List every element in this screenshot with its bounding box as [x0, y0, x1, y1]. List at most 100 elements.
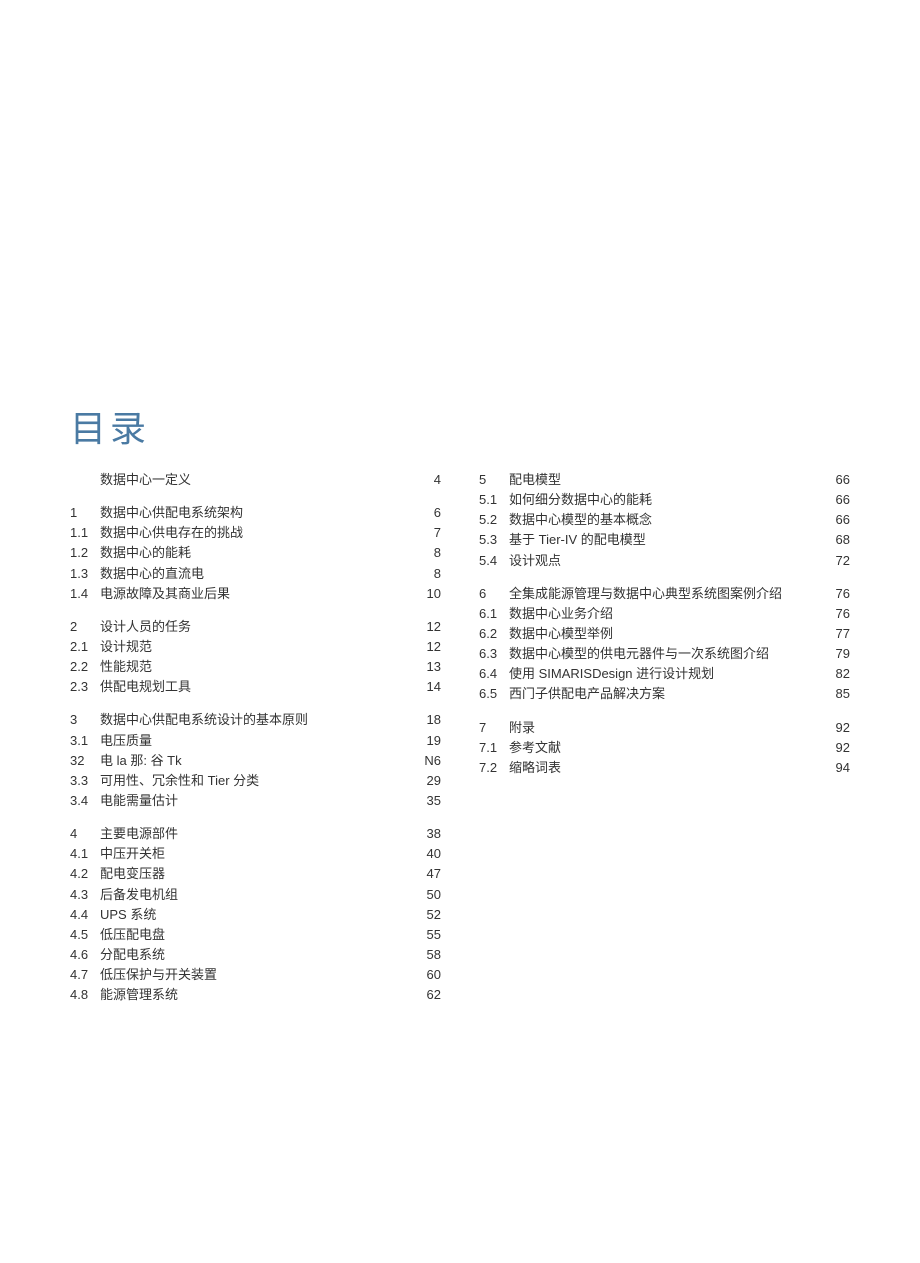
toc-entry-text: 设计人员的任务: [100, 617, 411, 637]
toc-entry-page: 18: [411, 710, 441, 730]
toc-entry-text: UPS 系统: [100, 905, 411, 925]
toc-entry-number: 7: [479, 718, 509, 738]
toc-entry: 4.3后备发电机组50: [70, 885, 441, 905]
toc-entry-text: 使用 SIMARISDesign 进行设计规划: [509, 664, 820, 684]
toc-entry-page: 12: [411, 617, 441, 637]
toc-entry-number: 1.1: [70, 523, 100, 543]
toc-entry-number: 4.5: [70, 925, 100, 945]
toc-entry-number: 5.3: [479, 530, 509, 550]
toc-spacer: [70, 697, 441, 710]
toc-entry-text: 数据中心模型的基本概念: [509, 510, 820, 530]
toc-entry-text: 电能需量估计: [100, 791, 411, 811]
toc-entry: 数据中心一定义4: [70, 470, 441, 490]
toc-entry-text: 数据中心业务介绍: [509, 604, 820, 624]
toc-entry: 2.2性能规范13: [70, 657, 441, 677]
toc-entry-page: 76: [820, 604, 850, 624]
toc-entry-page: 72: [820, 551, 850, 571]
toc-spacer: [70, 490, 441, 503]
toc-entry-page: 92: [820, 738, 850, 758]
toc-entry-number: 6.2: [479, 624, 509, 644]
toc-entry-text: 数据中心的能耗: [100, 543, 411, 563]
toc-entry-number: 6: [479, 584, 509, 604]
toc-entry-text: 设计观点: [509, 551, 820, 571]
toc-entry-page: 35: [411, 791, 441, 811]
toc-entry: 7.1参考文献92: [479, 738, 850, 758]
toc-entry: 4.6分配电系统58: [70, 945, 441, 965]
toc-entry-number: 5.1: [479, 490, 509, 510]
toc-entry-text: 数据中心一定义: [100, 470, 411, 490]
toc-entry-text: 参考文献: [509, 738, 820, 758]
toc-entry: 6.3数据中心模型的供电元器件与一次系统图介绍79: [479, 644, 850, 664]
toc-entry-number: 1.3: [70, 564, 100, 584]
toc-entry: 1.2数据中心的能耗8: [70, 543, 441, 563]
toc-entry-number: 4.4: [70, 905, 100, 925]
toc-entry-page: 12: [411, 637, 441, 657]
toc-entry-text: 性能规范: [100, 657, 411, 677]
toc-entry-page: 13: [411, 657, 441, 677]
toc-entry-page: 58: [411, 945, 441, 965]
toc-entry-page: 79: [820, 644, 850, 664]
toc-title: 目录: [70, 400, 850, 452]
toc-entry-number: 4: [70, 824, 100, 844]
toc-entry-text: 全集成能源管理与数据中心典型系统图案例介绍: [509, 584, 820, 604]
toc-entry-page: 60: [411, 965, 441, 985]
toc-entry-page: 66: [820, 510, 850, 530]
toc-entry-text: 数据中心供配电系统架构: [100, 503, 411, 523]
toc-entry-text: 配电变压器: [100, 864, 411, 884]
toc-entry-number: 1: [70, 503, 100, 523]
toc-entry-number: 2: [70, 617, 100, 637]
toc-entry: 2.3供配电规划工具14: [70, 677, 441, 697]
toc-entry-text: 电压质量: [100, 731, 411, 751]
toc-entry-page: 62: [411, 985, 441, 1005]
toc-columns: 数据中心一定义41数据中心供配电系统架构61.1数据中心供电存在的挑战71.2数…: [70, 470, 850, 1005]
toc-entry-page: 29: [411, 771, 441, 791]
toc-entry-number: 3.3: [70, 771, 100, 791]
toc-entry-page: 94: [820, 758, 850, 778]
toc-entry: 4.4UPS 系统52: [70, 905, 441, 925]
toc-entry-number: 4.6: [70, 945, 100, 965]
toc-entry-number: 2.3: [70, 677, 100, 697]
toc-entry: 6.4使用 SIMARISDesign 进行设计规划82: [479, 664, 850, 684]
toc-spacer: [479, 571, 850, 584]
toc-entry-page: 4: [411, 470, 441, 490]
toc-entry: 5.1如何细分数据中心的能耗66: [479, 490, 850, 510]
toc-entry-text: 低压配电盘: [100, 925, 411, 945]
toc-entry-text: 能源管理系统: [100, 985, 411, 1005]
toc-entry-number: 32: [70, 751, 100, 771]
toc-entry: 6.1数据中心业务介绍76: [479, 604, 850, 624]
toc-entry: 32电 la 那: 谷 TkN6: [70, 751, 441, 771]
toc-entry-page: 7: [411, 523, 441, 543]
toc-entry-number: 2.1: [70, 637, 100, 657]
toc-entry-page: 77: [820, 624, 850, 644]
toc-entry-text: 数据中心模型举例: [509, 624, 820, 644]
toc-entry: 7.2缩略词表94: [479, 758, 850, 778]
toc-entry-number: 5.4: [479, 551, 509, 571]
toc-entry-number: 3.1: [70, 731, 100, 751]
toc-entry: 6.2数据中心模型举例77: [479, 624, 850, 644]
toc-entry-text: 西门子供配电产品解决方案: [509, 684, 820, 704]
toc-entry-text: 电源故障及其商业后果: [100, 584, 411, 604]
toc-entry-page: 8: [411, 543, 441, 563]
toc-entry: 7附录92: [479, 718, 850, 738]
toc-entry-text: 数据中心模型的供电元器件与一次系统图介绍: [509, 644, 820, 664]
toc-entry-number: 6.5: [479, 684, 509, 704]
toc-entry-text: 数据中心供电存在的挑战: [100, 523, 411, 543]
toc-entry-page: 8: [411, 564, 441, 584]
toc-entry: 3数据中心供配电系统设计的基本原则18: [70, 710, 441, 730]
toc-entry: 4.2配电变压器47: [70, 864, 441, 884]
toc-entry: 3.3可用性、冗余性和 Tier 分类29: [70, 771, 441, 791]
toc-entry-number: 4.1: [70, 844, 100, 864]
toc-spacer: [479, 705, 850, 718]
toc-entry-number: 1.4: [70, 584, 100, 604]
toc-entry-number: 4.8: [70, 985, 100, 1005]
toc-entry-page: 68: [820, 530, 850, 550]
toc-entry-page: 52: [411, 905, 441, 925]
toc-entry-text: 数据中心的直流电: [100, 564, 411, 584]
toc-entry: 5.4设计观点72: [479, 551, 850, 571]
toc-column-left: 数据中心一定义41数据中心供配电系统架构61.1数据中心供电存在的挑战71.2数…: [70, 470, 441, 1005]
toc-entry-text: 中压开关柜: [100, 844, 411, 864]
toc-entry: 5配电模型66: [479, 470, 850, 490]
toc-entry-number: 4.7: [70, 965, 100, 985]
toc-entry-number: 3: [70, 710, 100, 730]
toc-entry-number: 4.3: [70, 885, 100, 905]
